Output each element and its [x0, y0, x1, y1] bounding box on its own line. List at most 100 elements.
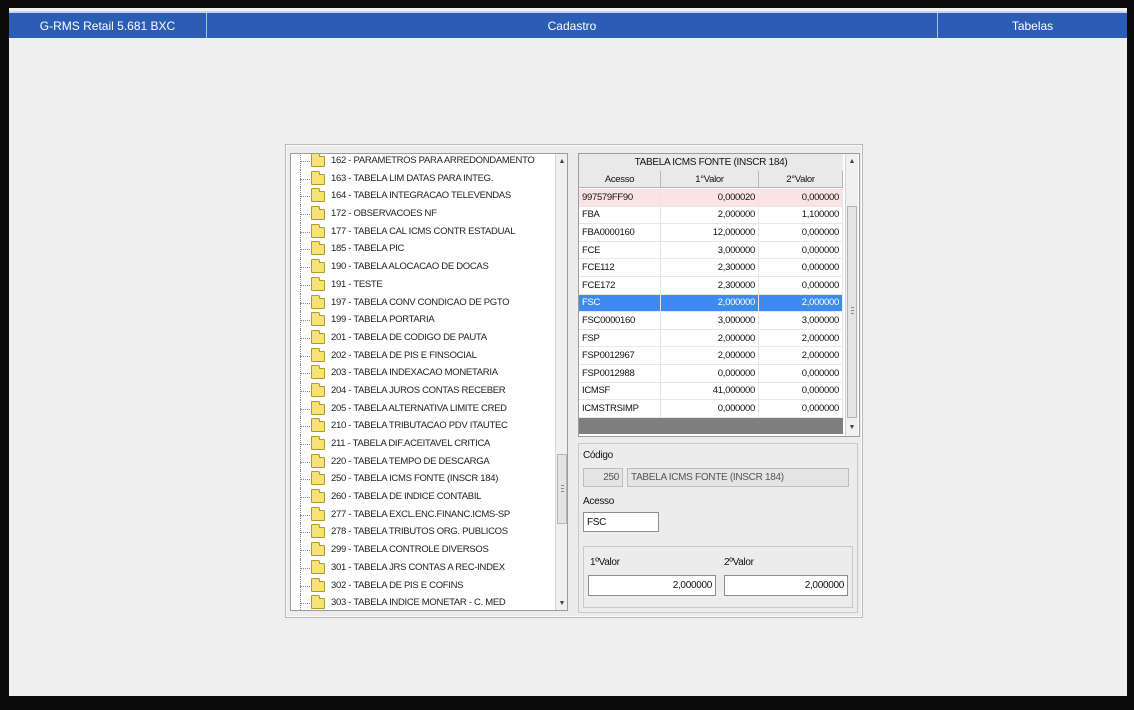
codigo-field: 250 — [583, 468, 623, 487]
valor1-cell: 2,000000 — [661, 206, 759, 224]
grid-scroll-thumb[interactable] — [847, 206, 857, 418]
folder-icon — [311, 436, 325, 450]
tree-item[interactable]: 210 - TABELA TRIBUTACAO PDV ITAUTEC — [291, 417, 553, 435]
tree-item-label: 211 - TABELA DIF.ACEITAVEL CRITICA — [331, 438, 491, 449]
valor2-label: 2ºValor — [724, 557, 754, 568]
valor1-cell: 3,000000 — [661, 312, 759, 329]
valor2-cell: 0,000000 — [759, 382, 843, 400]
application-screen: G-RMS Retail 5.681 BXC Cadastro Tabelas … — [9, 8, 1127, 696]
tree-item-label: 199 - TABELA PORTARIA — [331, 314, 435, 326]
values-grid[interactable]: TABELA ICMS FONTE (INSCR 184) Acesso 1°V… — [578, 153, 860, 437]
scroll-up-arrow-icon[interactable]: ▲ — [846, 154, 858, 168]
tree-item-label: 277 - TABELA EXCL.ENC.FINANC.ICMS-SP — [331, 508, 510, 520]
grid-title: TABELA ICMS FONTE (INSCR 184) — [579, 154, 843, 172]
tree-item-label: 301 - TABELA JRS CONTAS A REC-INDEX — [331, 561, 505, 573]
folder-icon — [311, 595, 325, 610]
table-row[interactable]: FSP 2,000000 2,000000 — [579, 329, 843, 348]
tree-item[interactable]: 172 - OBSERVACOES NF — [291, 205, 553, 223]
tree-item-label: 191 - TESTE — [331, 278, 383, 290]
table-row[interactable]: ICMSTRSIMP 0,000000 0,000000 — [579, 400, 843, 418]
tree-item[interactable]: 185 - TABELA PIC — [291, 240, 553, 259]
valor2-cell: 0,000000 — [759, 189, 843, 206]
tree-item-label: 172 - OBSERVACOES NF — [331, 208, 437, 220]
table-row[interactable]: 997579FF90 0,000020 0,000000 — [579, 189, 843, 207]
valor1-cell: 0,000020 — [661, 189, 759, 206]
descricao-field: TABELA ICMS FONTE (INSCR 184) — [627, 468, 849, 487]
valor2-cell: 2,000000 — [759, 329, 843, 347]
scroll-up-arrow-icon[interactable]: ▲ — [556, 154, 567, 168]
valor2-cell: 0,000000 — [759, 224, 843, 241]
tree-item[interactable]: 204 - TABELA JUROS CONTAS RECEBER — [291, 381, 553, 400]
tree-item[interactable]: 250 - TABELA ICMS FONTE (INSCR 184) — [291, 470, 553, 489]
tree-item[interactable]: 278 - TABELA TRIBUTOS ORG. PUBLICOS — [291, 523, 553, 542]
acesso-cell: FCE112 — [579, 259, 661, 276]
column-header-valor2[interactable]: 2°Valor — [759, 171, 843, 188]
table-row[interactable]: ICMSF 41,000000 0,000000 — [579, 382, 843, 401]
tree-item[interactable]: 277 - TABELA EXCL.ENC.FINANC.ICMS-SP — [291, 505, 553, 524]
tree-item-label: 220 - TABELA TEMPO DE DESCARGA — [331, 455, 490, 467]
table-tree[interactable]: 162 - PARAMETROS PARA ARREDONDAMENTO 163 … — [290, 153, 568, 611]
scroll-down-arrow-icon[interactable]: ▼ — [556, 596, 567, 610]
valor1-cell: 0,000000 — [661, 364, 759, 382]
valor1-field[interactable]: 2,000000 — [588, 575, 716, 596]
table-row[interactable]: FBA 2,000000 1,100000 — [579, 206, 843, 225]
tree-item-label: 260 - TABELA DE INDICE CONTABIL — [331, 491, 482, 503]
tree-scroll-thumb[interactable] — [557, 454, 567, 524]
tree-item[interactable]: 191 - TESTE — [291, 275, 553, 294]
table-row[interactable]: FCE112 2,300000 0,000000 — [579, 259, 843, 277]
valor1-cell: 3,000000 — [661, 241, 759, 259]
tree-item[interactable]: 303 - TABELA INDICE MONETAR - C. MED — [291, 594, 553, 610]
grid-rows: 997579FF90 0,000020 0,000000 FBA 2,000000 1,1… — [579, 189, 843, 418]
valor2-field[interactable]: 2,000000 — [724, 575, 848, 596]
tree-item[interactable]: 302 - TABELA DE PIS E COFINS — [291, 576, 553, 595]
table-row[interactable]: FBA0000160 12,000000 0,000000 — [579, 224, 843, 242]
tree-item[interactable]: 164 - TABELA INTEGRACAO TELEVENDAS — [291, 187, 553, 206]
table-row[interactable]: FSP0012967 2,000000 2,000000 — [579, 347, 843, 365]
folder-icon — [311, 453, 325, 468]
tree-item[interactable]: 197 - TABELA CONV CONDICAO DE PGTO — [291, 293, 553, 312]
column-header-acesso[interactable]: Acesso — [579, 171, 661, 188]
tree-item[interactable]: 211 - TABELA DIF.ACEITAVEL CRITICA — [291, 435, 553, 453]
valor2-cell: 2,000000 — [759, 347, 843, 364]
tab-tabelas[interactable]: Tabelas — [938, 13, 1127, 38]
tree-item[interactable]: 177 - TABELA CAL ICMS CONTR ESTADUAL — [291, 222, 553, 241]
scroll-down-arrow-icon[interactable]: ▼ — [846, 420, 858, 434]
grid-footer — [579, 418, 843, 434]
tree-item[interactable]: 162 - PARAMETROS PARA ARREDONDAMENTO — [291, 154, 553, 170]
tree-item[interactable]: 163 - TABELA LIM DATAS PARA INTEG. — [291, 169, 553, 188]
table-row[interactable]: FCE172 2,300000 0,000000 — [579, 276, 843, 295]
folder-icon — [311, 241, 325, 256]
codigo-label: Código — [583, 450, 613, 461]
tree-item-label: 163 - TABELA LIM DATAS PARA INTEG. — [331, 172, 494, 184]
tree-item[interactable]: 301 - TABELA JRS CONTAS A REC-INDEX — [291, 558, 553, 577]
top-bar: G-RMS Retail 5.681 BXC Cadastro Tabelas — [9, 11, 1127, 38]
tree-item[interactable]: 260 - TABELA DE INDICE CONTABIL — [291, 488, 553, 506]
tree-item-label: 205 - TABELA ALTERNATIVA LIMITE CRED — [331, 402, 507, 414]
table-row[interactable]: FCE 3,000000 0,000000 — [579, 241, 843, 260]
tree-item[interactable]: 190 - TABELA ALOCACAO DE DOCAS — [291, 258, 553, 276]
folder-icon — [311, 259, 325, 274]
tree-item[interactable]: 203 - TABELA INDEXACAO MONETARIA — [291, 364, 553, 382]
table-row[interactable]: FSC0000160 3,000000 3,000000 — [579, 312, 843, 330]
tree-item[interactable]: 202 - TABELA DE PIS E FINSOCIAL — [291, 346, 553, 365]
grid-scrollbar[interactable]: ▲ ▼ — [845, 154, 858, 436]
tree-item[interactable]: 220 - TABELA TEMPO DE DESCARGA — [291, 452, 553, 471]
column-header-valor1[interactable]: 1°Valor — [661, 171, 759, 188]
folder-icon — [311, 489, 325, 504]
valor1-cell: 41,000000 — [661, 382, 759, 400]
acesso-field[interactable]: FSC — [583, 512, 659, 532]
app-title: G-RMS Retail 5.681 BXC — [9, 13, 207, 38]
tree-item[interactable]: 199 - TABELA PORTARIA — [291, 311, 553, 329]
tree-item-label: 202 - TABELA DE PIS E FINSOCIAL — [331, 349, 477, 361]
tree-scrollbar[interactable]: ▲ ▼ — [555, 154, 567, 610]
folder-icon — [311, 506, 325, 521]
folder-icon — [311, 170, 325, 185]
table-row-selected[interactable]: FSC 2,000000 2,000000 — [579, 294, 843, 313]
tree-item[interactable]: 205 - TABELA ALTERNATIVA LIMITE CRED — [291, 399, 553, 418]
tree-item[interactable]: 201 - TABELA DE CODIGO DE PAUTA — [291, 328, 553, 347]
table-row[interactable]: FSP0012988 0,000000 0,000000 — [579, 364, 843, 383]
folder-icon — [311, 471, 325, 486]
tree-item[interactable]: 299 - TABELA CONTROLE DIVERSOS — [291, 541, 553, 559]
tree-item-label: 250 - TABELA ICMS FONTE (INSCR 184) — [331, 473, 499, 485]
tree-item-label: 177 - TABELA CAL ICMS CONTR ESTADUAL — [331, 225, 516, 237]
